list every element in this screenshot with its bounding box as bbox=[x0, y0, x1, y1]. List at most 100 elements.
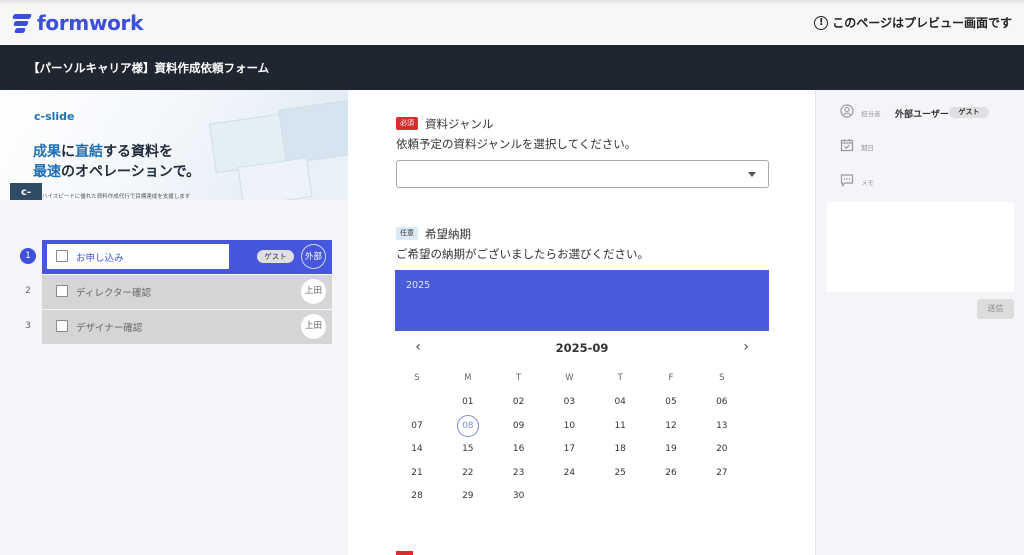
genre-label: 資料ジャンル bbox=[425, 117, 494, 131]
headline-part: する資料を bbox=[103, 144, 173, 160]
app-name: formwork bbox=[37, 11, 144, 35]
step-box: お申し込み ゲスト 外部 bbox=[42, 240, 332, 274]
genre-description: 依頼予定の資料ジャンルを選択してください。 bbox=[396, 137, 637, 151]
assignee-label: 担当者 bbox=[861, 110, 881, 118]
step-director-review[interactable]: 2 ディレクター確認 上田 bbox=[25, 275, 332, 309]
top-bar: formwork ! このページはプレビュー画面です bbox=[0, 0, 1024, 45]
calendar-nav: ‹ 2025-09 › bbox=[395, 338, 769, 358]
memo-label: メモ bbox=[861, 179, 874, 187]
step-checkbox[interactable] bbox=[56, 250, 68, 262]
weekday-header: S bbox=[414, 373, 420, 383]
step-inner bbox=[47, 244, 229, 269]
calendar-day[interactable]: 02 bbox=[507, 391, 531, 413]
step-number: 2 bbox=[25, 286, 31, 296]
calendar-day[interactable]: 20 bbox=[710, 438, 734, 460]
calendar-day[interactable]: 22 bbox=[456, 462, 480, 484]
calendar-day[interactable]: 16 bbox=[507, 438, 531, 460]
genre-select[interactable] bbox=[396, 160, 769, 188]
calendar-day[interactable]: 05 bbox=[659, 391, 683, 413]
calendar-day[interactable]: 29 bbox=[456, 485, 480, 507]
optional-badge: 任意 bbox=[396, 227, 418, 240]
send-button[interactable]: 送信 bbox=[977, 299, 1014, 319]
calendar-day-today[interactable]: 08 bbox=[456, 414, 479, 437]
preview-notice: ! このページはプレビュー画面です bbox=[814, 14, 1012, 31]
next-required-badge bbox=[396, 551, 413, 555]
avatar: 上田 bbox=[301, 314, 326, 339]
calendar-day[interactable]: 15 bbox=[456, 438, 480, 460]
calendar-day[interactable]: 27 bbox=[710, 462, 734, 484]
due-date-label: 期日 bbox=[861, 144, 874, 152]
step-box: デザイナー確認 上田 bbox=[42, 310, 332, 344]
calendar-day[interactable]: 19 bbox=[659, 438, 683, 460]
calendar-month[interactable]: 2025-09 bbox=[395, 341, 769, 355]
calendar-day[interactable]: 13 bbox=[710, 415, 734, 437]
due-date-row: 期日 bbox=[840, 138, 874, 152]
step-label: お申し込み bbox=[76, 253, 124, 264]
c-slide-badge-text: c- slide bbox=[20, 187, 32, 198]
calendar-day[interactable]: 04 bbox=[608, 391, 632, 413]
calendar-day[interactable]: 23 bbox=[507, 462, 531, 484]
calendar-day[interactable]: 25 bbox=[608, 462, 632, 484]
step-designer-review[interactable]: 3 デザイナー確認 上田 bbox=[25, 310, 332, 344]
user-circle-icon bbox=[840, 104, 854, 118]
step-application[interactable]: 1 お申し込み ゲスト 外部 bbox=[20, 240, 332, 274]
calendar-day[interactable]: 10 bbox=[557, 415, 581, 437]
right-panel: 担当者 外部ユーザー ゲスト 期日 メモ 送信 bbox=[815, 90, 1024, 555]
formwork-logo-icon bbox=[11, 13, 32, 33]
assignee-value: 外部ユーザー bbox=[895, 110, 949, 120]
calendar-day[interactable]: 07 bbox=[405, 415, 429, 437]
calendar-check-icon bbox=[840, 139, 854, 152]
required-badge: 必須 bbox=[396, 117, 418, 130]
warning-icon: ! bbox=[814, 15, 829, 30]
step-label: ディレクター確認 bbox=[76, 288, 151, 299]
headline-part: のオペレーションで。 bbox=[61, 164, 201, 180]
assignee-row: 担当者 bbox=[840, 104, 881, 118]
calendar-year[interactable]: 2025 bbox=[406, 280, 430, 291]
formwork-logo[interactable]: formwork bbox=[11, 11, 143, 35]
chevron-right-icon[interactable]: › bbox=[739, 339, 753, 355]
calendar-day[interactable]: 24 bbox=[557, 462, 581, 484]
step-guest-tag: ゲスト bbox=[257, 250, 294, 263]
form-title-bar: 【パーソルキャリア様】資料作成依頼フォーム bbox=[0, 45, 1024, 90]
step-checkbox[interactable] bbox=[56, 285, 68, 297]
banner-brand: c-slide bbox=[34, 110, 75, 123]
headline-part: 成果 bbox=[33, 144, 61, 160]
memo-textarea[interactable] bbox=[827, 202, 1014, 292]
headline-part: 最速 bbox=[33, 164, 61, 180]
assignee-guest-tag: ゲスト bbox=[949, 107, 989, 118]
calendar-day[interactable]: 14 bbox=[405, 438, 429, 460]
calendar-day[interactable]: 18 bbox=[608, 438, 632, 460]
calendar-day[interactable]: 09 bbox=[507, 415, 531, 437]
deadline-description: ご希望の納期がございましたらお選びください。 bbox=[396, 247, 649, 261]
step-number: 3 bbox=[25, 321, 31, 331]
calendar-day[interactable]: 28 bbox=[405, 485, 429, 507]
calendar-day[interactable]: 12 bbox=[659, 415, 683, 437]
step-box: ディレクター確認 上田 bbox=[42, 275, 332, 309]
comment-icon bbox=[840, 174, 854, 187]
weekday-header: W bbox=[565, 373, 574, 383]
avatar: 上田 bbox=[301, 279, 326, 304]
form-main: 必須 資料ジャンル 依頼予定の資料ジャンルを選択してください。 任意 希望納期 … bbox=[348, 90, 815, 555]
left-panel: c-slide 成果に直結する資料を 最速のオペレーションで。 ハイスピードに優… bbox=[0, 90, 348, 555]
banner-headline: 成果に直結する資料を 最速のオペレーションで。 bbox=[33, 142, 200, 182]
avatar: 外部 bbox=[301, 244, 326, 269]
calendar-day[interactable]: 01 bbox=[456, 391, 480, 413]
form-title: 【パーソルキャリア様】資料作成依頼フォーム bbox=[28, 61, 270, 75]
weekday-header: S bbox=[719, 373, 725, 383]
calendar-day[interactable]: 17 bbox=[557, 438, 581, 460]
dropdown-arrow-icon bbox=[748, 172, 756, 177]
c-slide-banner: c-slide 成果に直結する資料を 最速のオペレーションで。 ハイスピードに優… bbox=[0, 90, 348, 200]
weekday-header: T bbox=[515, 373, 522, 383]
weekday-header: M bbox=[464, 373, 472, 383]
c-slide-badge: c- slide bbox=[10, 183, 42, 200]
step-checkbox[interactable] bbox=[56, 320, 68, 332]
calendar-day[interactable]: 21 bbox=[405, 462, 429, 484]
calendar-day[interactable]: 26 bbox=[659, 462, 683, 484]
deadline-label: 希望納期 bbox=[425, 227, 471, 241]
calendar-day[interactable]: 30 bbox=[507, 485, 531, 507]
step-number: 1 bbox=[20, 248, 36, 264]
headline-part: に bbox=[61, 144, 75, 160]
calendar-day[interactable]: 11 bbox=[608, 415, 632, 437]
calendar-day[interactable]: 06 bbox=[710, 391, 734, 413]
calendar-day[interactable]: 03 bbox=[557, 391, 581, 413]
